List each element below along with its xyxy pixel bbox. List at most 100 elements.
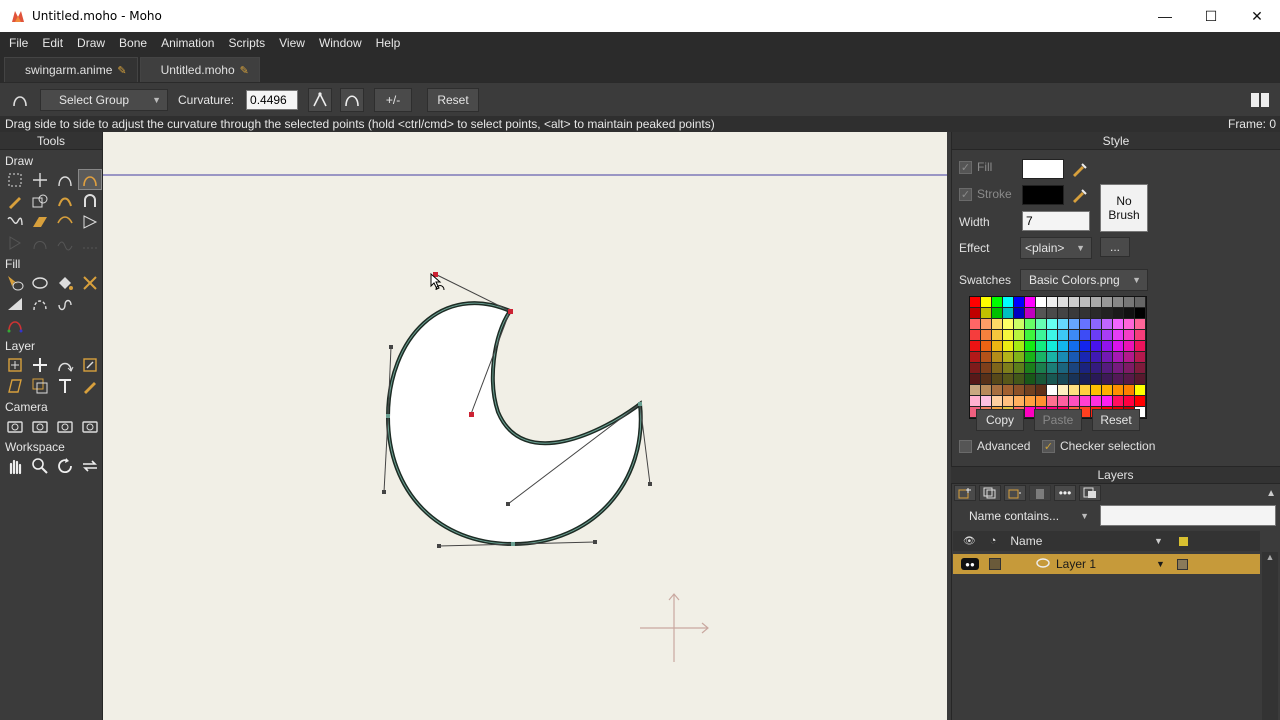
menu-view[interactable]: View bbox=[272, 36, 312, 50]
color-swatch[interactable] bbox=[1091, 385, 1102, 396]
text-tool[interactable] bbox=[53, 375, 77, 396]
color-swatch[interactable] bbox=[1036, 308, 1047, 319]
color-swatch[interactable] bbox=[1091, 341, 1102, 352]
roll-camera-tool[interactable] bbox=[53, 415, 77, 436]
name-column-header[interactable]: Name bbox=[1010, 534, 1042, 548]
color-swatch[interactable] bbox=[1091, 308, 1102, 319]
color-swatch[interactable] bbox=[981, 297, 992, 308]
color-swatch[interactable] bbox=[992, 374, 1003, 385]
color-swatch[interactable] bbox=[970, 308, 981, 319]
paste-style-button[interactable]: Paste bbox=[1034, 409, 1082, 431]
add-point-tool[interactable] bbox=[53, 169, 77, 190]
color-swatch[interactable] bbox=[1135, 385, 1146, 396]
reset-style-button[interactable]: Reset bbox=[1092, 409, 1140, 431]
color-swatch[interactable] bbox=[1047, 341, 1058, 352]
color-swatch[interactable] bbox=[1102, 297, 1113, 308]
color-swatch[interactable] bbox=[1014, 374, 1025, 385]
color-swatch[interactable] bbox=[1069, 385, 1080, 396]
color-swatch[interactable] bbox=[1091, 352, 1102, 363]
color-swatch[interactable] bbox=[1036, 396, 1047, 407]
color-swatch[interactable] bbox=[1014, 308, 1025, 319]
minimize-button[interactable]: — bbox=[1142, 0, 1188, 32]
color-swatch[interactable] bbox=[1069, 374, 1080, 385]
track-camera-tool[interactable] bbox=[3, 415, 27, 436]
color-swatch[interactable] bbox=[1025, 330, 1036, 341]
color-swatch[interactable] bbox=[1113, 363, 1124, 374]
color-swatch[interactable] bbox=[981, 319, 992, 330]
color-swatch[interactable] bbox=[992, 341, 1003, 352]
color-swatch[interactable] bbox=[1124, 308, 1135, 319]
color-swatch[interactable] bbox=[1025, 352, 1036, 363]
eye-icon[interactable]: ●● bbox=[961, 558, 979, 570]
color-swatch[interactable] bbox=[1047, 352, 1058, 363]
color-swatch[interactable] bbox=[1080, 308, 1091, 319]
color-swatch[interactable] bbox=[1036, 352, 1047, 363]
color-swatch[interactable] bbox=[1113, 374, 1124, 385]
swatches-dropdown[interactable]: Basic Colors.png ▼ bbox=[1020, 269, 1148, 291]
color-swatch[interactable] bbox=[970, 352, 981, 363]
color-swatch[interactable] bbox=[1069, 319, 1080, 330]
create-shape-tool[interactable] bbox=[28, 272, 52, 293]
color-swatch[interactable] bbox=[1069, 330, 1080, 341]
color-swatch[interactable] bbox=[1113, 308, 1124, 319]
color-swatch[interactable] bbox=[1135, 297, 1146, 308]
color-swatch[interactable] bbox=[1113, 341, 1124, 352]
color-swatch[interactable] bbox=[1058, 308, 1069, 319]
stroke-eyedropper-icon[interactable] bbox=[1070, 186, 1088, 204]
layer-filter-input[interactable] bbox=[1100, 505, 1276, 526]
menu-file[interactable]: File bbox=[2, 36, 35, 50]
color-swatch[interactable] bbox=[1102, 396, 1113, 407]
color-swatch[interactable] bbox=[1091, 396, 1102, 407]
layers-scrollbar[interactable]: ▲ bbox=[1262, 552, 1278, 720]
menu-draw[interactable]: Draw bbox=[70, 36, 112, 50]
zoom-workspace-tool[interactable] bbox=[28, 455, 52, 476]
color-swatch[interactable] bbox=[1003, 330, 1014, 341]
color-swatch[interactable] bbox=[992, 363, 1003, 374]
crescent-shape[interactable] bbox=[385, 301, 643, 547]
color-swatch[interactable] bbox=[1124, 319, 1135, 330]
color-swatch[interactable] bbox=[1091, 330, 1102, 341]
color-swatch[interactable] bbox=[1003, 297, 1014, 308]
reset-curvature-button[interactable]: Reset bbox=[427, 87, 480, 112]
color-swatch[interactable] bbox=[992, 385, 1003, 396]
color-swatch[interactable] bbox=[1047, 319, 1058, 330]
color-swatch[interactable] bbox=[1135, 352, 1146, 363]
color-swatch[interactable] bbox=[970, 363, 981, 374]
color-swatch[interactable] bbox=[992, 319, 1003, 330]
checker-selection-checkbox[interactable]: ✓ bbox=[1042, 439, 1055, 453]
color-swatch[interactable] bbox=[1080, 363, 1091, 374]
color-swatch[interactable] bbox=[1058, 396, 1069, 407]
select-group-dropdown[interactable]: Select Group ▼ bbox=[40, 88, 168, 111]
color-swatch[interactable] bbox=[1069, 396, 1080, 407]
menu-bone[interactable]: Bone bbox=[112, 36, 154, 50]
curvature-tool[interactable] bbox=[78, 169, 102, 190]
color-swatch[interactable] bbox=[1047, 330, 1058, 341]
color-swatch[interactable] bbox=[1080, 374, 1091, 385]
color-swatch[interactable] bbox=[1124, 374, 1135, 385]
drawing-canvas[interactable] bbox=[103, 132, 947, 720]
color-swatch[interactable] bbox=[1003, 308, 1014, 319]
color-swatch[interactable] bbox=[1003, 319, 1014, 330]
select-shape-tool[interactable] bbox=[3, 272, 27, 293]
color-swatch[interactable] bbox=[981, 352, 992, 363]
color-swatch[interactable] bbox=[1102, 308, 1113, 319]
color-swatch[interactable] bbox=[1113, 396, 1124, 407]
color-swatch[interactable] bbox=[1047, 374, 1058, 385]
color-swatch[interactable] bbox=[1036, 330, 1047, 341]
color-swatch[interactable] bbox=[1069, 297, 1080, 308]
color-swatch[interactable] bbox=[1003, 374, 1014, 385]
stroke-color-swatch[interactable] bbox=[1022, 185, 1064, 205]
color-swatch[interactable] bbox=[1003, 385, 1014, 396]
color-swatch[interactable] bbox=[1014, 396, 1025, 407]
copy-style-button[interactable]: Copy bbox=[976, 409, 1024, 431]
color-swatch[interactable] bbox=[1014, 319, 1025, 330]
close-button[interactable]: ✕ bbox=[1234, 0, 1280, 32]
color-swatch[interactable] bbox=[992, 308, 1003, 319]
color-swatch[interactable] bbox=[981, 341, 992, 352]
color-swatch[interactable] bbox=[1025, 374, 1036, 385]
color-swatch[interactable] bbox=[1036, 319, 1047, 330]
color-swatch[interactable] bbox=[970, 385, 981, 396]
color-swatch[interactable] bbox=[1036, 385, 1047, 396]
perspective-tool[interactable] bbox=[28, 211, 52, 232]
color-swatch[interactable] bbox=[1036, 341, 1047, 352]
